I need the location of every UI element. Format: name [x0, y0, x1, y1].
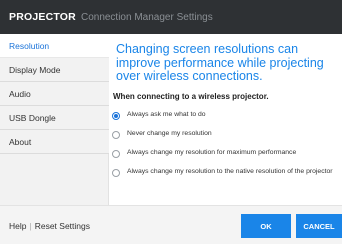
title-bar: PROJECTOR Connection Manager Settings [0, 0, 342, 34]
sidebar-item-resolution[interactable]: Resolution [0, 34, 109, 58]
sidebar-item-label: Audio [9, 88, 31, 99]
option-never-change[interactable]: Never change my resolution [112, 130, 340, 139]
sidebar: Resolution Display Mode Audio USB Dongle… [0, 34, 109, 205]
footer-separator: | [29, 221, 32, 231]
cancel-button[interactable]: CANCEL [296, 214, 342, 238]
radio-button-checked[interactable] [112, 112, 120, 120]
option-label: Always ask me what to do [127, 111, 206, 118]
window-title: Connection Manager Settings [80, 11, 213, 23]
footer-links: Help | Reset Settings [9, 221, 90, 231]
footer-bar: Help | Reset Settings OK CANCEL [0, 205, 342, 244]
sidebar-item-about[interactable]: About [0, 130, 109, 154]
sidebar-item-label: Display Mode [9, 64, 61, 75]
option-max-performance[interactable]: Always change my resolution for maximum … [112, 149, 340, 158]
app-brand: PROJECTOR [9, 11, 76, 23]
page-heading: Changing screen resolutions can improve … [116, 42, 324, 83]
section-subheading: When connecting to a wireless projector. [113, 92, 269, 101]
option-label: Always change my resolution to the nativ… [127, 168, 333, 175]
settings-panel: Changing screen resolutions can improve … [109, 34, 342, 205]
radio-button[interactable] [112, 169, 120, 177]
sidebar-item-label: Resolution [9, 40, 50, 51]
option-native-resolution[interactable]: Always change my resolution to the nativ… [112, 168, 340, 177]
sidebar-item-display-mode[interactable]: Display Mode [0, 58, 109, 82]
sidebar-item-label: About [9, 136, 32, 147]
sidebar-item-label: USB Dongle [9, 112, 56, 123]
radio-button[interactable] [112, 131, 120, 139]
help-link[interactable]: Help [9, 221, 26, 231]
sidebar-item-usb-dongle[interactable]: USB Dongle [0, 106, 109, 130]
option-label: Always change my resolution for maximum … [127, 149, 297, 156]
option-always-ask[interactable]: Always ask me what to do [112, 111, 340, 120]
reset-settings-link[interactable]: Reset Settings [35, 221, 90, 231]
option-label: Never change my resolution [127, 130, 212, 137]
sidebar-item-audio[interactable]: Audio [0, 82, 109, 106]
ok-button[interactable]: OK [241, 214, 291, 238]
radio-button[interactable] [112, 150, 120, 158]
